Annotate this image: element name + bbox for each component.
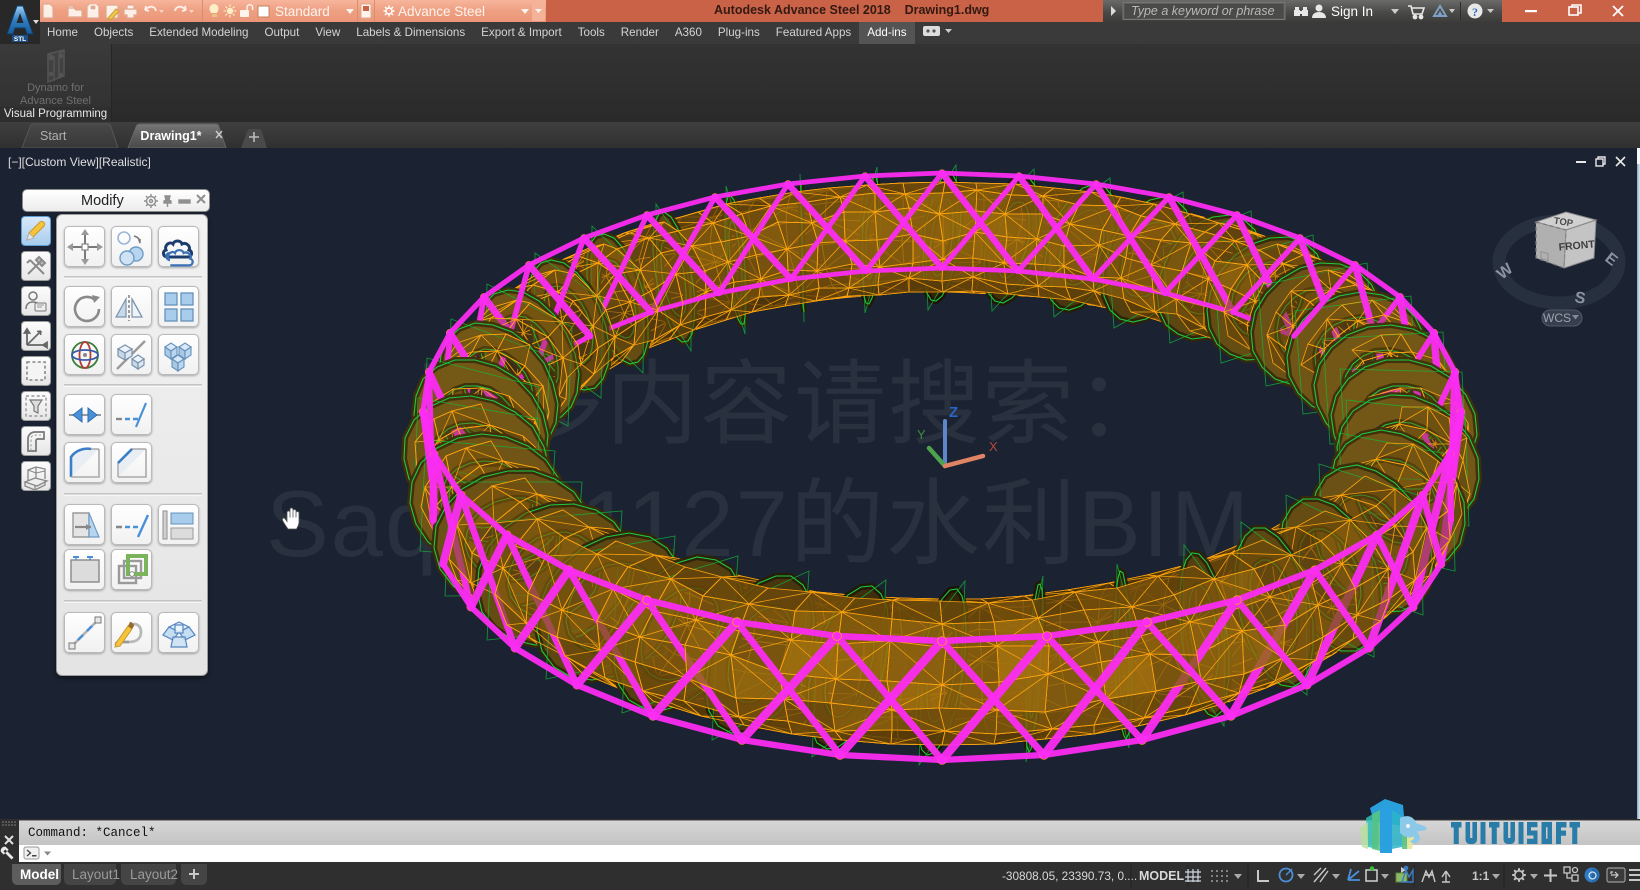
svg-text:Type a keyword or phrase: Type a keyword or phrase <box>1131 4 1275 18</box>
svg-text:Sign In: Sign In <box>1331 4 1373 19</box>
svg-text:X: X <box>989 439 998 454</box>
svg-text:Layout2: Layout2 <box>130 867 178 882</box>
svg-text:1:1: 1:1 <box>1472 869 1490 883</box>
svg-text:?: ? <box>1472 5 1478 19</box>
svg-text:Drawing1*: Drawing1* <box>140 129 201 143</box>
svg-text:Start: Start <box>40 129 67 143</box>
svg-text:Standard: Standard <box>275 4 330 19</box>
svg-text:Z: Z <box>949 404 958 421</box>
svg-text:WCS: WCS <box>1543 311 1571 325</box>
svg-text:Model: Model <box>20 867 59 882</box>
svg-text:Advance Steel: Advance Steel <box>398 4 485 19</box>
svg-text:-30808.05, 23390.73, 0....: -30808.05, 23390.73, 0.... <box>1002 869 1137 883</box>
svg-text:Layout1: Layout1 <box>72 867 120 882</box>
svg-text:Y: Y <box>917 427 926 442</box>
svg-text:MODEL: MODEL <box>1139 869 1185 883</box>
svg-text:STL: STL <box>14 36 26 43</box>
